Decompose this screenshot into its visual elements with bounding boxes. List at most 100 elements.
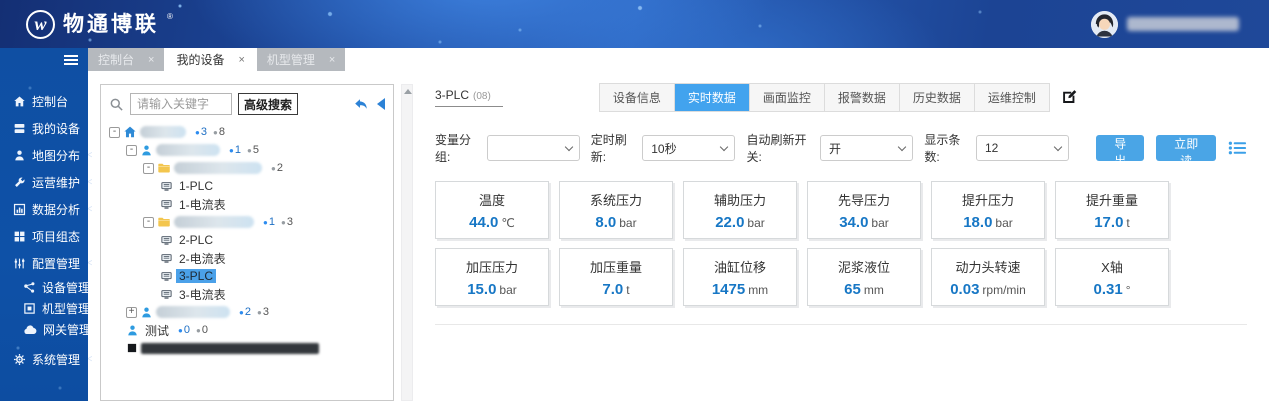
card-value-row: 15.0 bar [436, 281, 548, 298]
sidebar-item-0[interactable]: 控制台 [0, 88, 88, 115]
count-badge-gray: ● 2 [271, 162, 283, 174]
sidebar-item-4[interactable]: 数据分析 < [0, 196, 92, 223]
collapse-node-icon[interactable]: - [126, 144, 137, 156]
sidebar-item-3[interactable]: 运营维护 < [0, 169, 92, 196]
tree-node-12[interactable] [105, 339, 389, 357]
tree-node-3[interactable]: 1-PLC [105, 177, 389, 195]
device-tab-1[interactable]: 实时数据 [673, 83, 749, 111]
redacted-node-name [174, 162, 262, 174]
user-avatar[interactable] [1091, 10, 1118, 38]
tree-node-1[interactable]: - ● 1 ● 5 [105, 141, 389, 159]
sidebar-item-9[interactable]: 网关管理 [0, 319, 91, 340]
tree-scrollbar[interactable] [401, 84, 413, 401]
top-header: w 物通博联 ® [0, 0, 1269, 48]
filter-select-3[interactable]: 12 [975, 135, 1070, 161]
home-icon [13, 95, 26, 108]
device-tab-2[interactable]: 画面监控 [748, 83, 824, 111]
sidebar-item-label: 配置管理 [32, 257, 81, 271]
data-card-1: 系统压力 8.0 bar [559, 181, 673, 239]
chevron-down-icon [720, 142, 729, 152]
expand-node-icon[interactable]: + [126, 306, 137, 318]
sidebar-item-5[interactable]: 项目组态 [0, 223, 88, 250]
chevron-left-icon: < [87, 258, 93, 269]
device-tab-5[interactable]: 运维控制 [973, 83, 1049, 111]
tree-node-4[interactable]: 1-电流表 [105, 195, 389, 213]
tree-node-7[interactable]: 2-电流表 [105, 249, 389, 267]
card-unit: rpm/min [982, 283, 1026, 297]
sidebar-item-2[interactable]: 地图分布 < [0, 142, 92, 169]
sidebar-item-10[interactable]: 系统管理 < [0, 346, 92, 373]
user-account[interactable] [1091, 10, 1239, 38]
device-icon [160, 288, 173, 301]
read-now-button[interactable]: 立即读 [1156, 135, 1216, 168]
export-button[interactable]: 导出 [1096, 135, 1145, 168]
collapse-node-icon[interactable]: - [143, 162, 154, 174]
card-value: 15.0 [467, 281, 497, 298]
tree-node-6[interactable]: 2-PLC [105, 231, 389, 249]
device-code: (08) [473, 90, 491, 102]
card-name: X轴 [1101, 260, 1123, 275]
device-icon [160, 198, 173, 211]
grid-icon [13, 230, 26, 243]
map-icon [13, 149, 26, 162]
close-icon[interactable]: × [148, 54, 154, 66]
sidebar-item-1[interactable]: 我的设备 [0, 115, 88, 142]
count-badge-blue: ● 2 [239, 306, 251, 318]
card-value-row: 44.0 ℃ [436, 214, 548, 231]
tree-node-11[interactable]: 测试 ● 0 ● 0 [105, 321, 389, 339]
card-unit: mm [748, 283, 769, 297]
gear-icon [13, 353, 26, 366]
window-tab-1[interactable]: 我的设备 × [166, 48, 255, 71]
card-value-row: 18.0 bar [932, 214, 1044, 231]
tree-node-8[interactable]: 3-PLC [105, 267, 389, 285]
window-tab-2[interactable]: 机型管理 × [256, 48, 346, 71]
tree-node-label: 3-PLC [176, 269, 217, 283]
sidebar-item-8[interactable]: 机型管理 [0, 298, 90, 319]
card-value-row: 34.0 bar [808, 214, 920, 231]
scroll-up-icon[interactable] [404, 89, 412, 94]
edit-square-icon[interactable] [1060, 88, 1078, 106]
close-icon[interactable]: × [238, 54, 244, 66]
device-tree-panel: 高级搜索 - ●3 ●8 - ●1 ●5 - ●2 1-PLC 1-电流表 - ●1 ●3 2-PLC 2-… [100, 84, 394, 401]
filter-select-0[interactable] [486, 135, 580, 161]
device-tree: - ● 3 ● 8 - ● 1 ● 5 - ● 2 1-PLC 1-电流表 - ● 1 ● 3 2-PLC 2-电流表 3-… [101, 120, 393, 360]
sidebar-item-label: 项目组态 [32, 230, 81, 244]
tree-node-5[interactable]: - ● 1 ● 3 [105, 213, 389, 231]
tree-node-0[interactable]: - ● 3 ● 8 [105, 123, 389, 141]
collapse-node-icon[interactable]: - [109, 126, 120, 138]
card-unit: t [626, 283, 630, 297]
device-title-link[interactable]: 3-PLC (08) [435, 88, 503, 107]
content-panel: 3-PLC (08) 设备信息 实时数据 画面监控 报警数据 历史数据 运维控制 变量分组:… [413, 82, 1269, 401]
undo-icon[interactable] [352, 96, 369, 113]
close-icon[interactable]: × [329, 54, 335, 66]
redacted-node-name [156, 144, 220, 156]
collapse-node-icon[interactable]: - [143, 216, 154, 228]
card-value-row: 0.03 rpm/min [932, 281, 1044, 298]
advanced-search-button[interactable]: 高级搜索 [238, 93, 299, 115]
filter-select-1[interactable]: 10秒 [642, 135, 736, 161]
device-tab-0[interactable]: 设备信息 [599, 83, 674, 111]
window-tab-0[interactable]: 控制台 × [88, 48, 165, 71]
tree-node-10[interactable]: + ● 2 ● 3 [105, 303, 389, 321]
list-view-icon[interactable] [1228, 140, 1247, 156]
collapse-panel-icon[interactable] [377, 98, 385, 110]
tree-node-9[interactable]: 3-电流表 [105, 285, 389, 303]
app-logo: w 物通博联 ® [26, 9, 173, 39]
count-badge-blue: ● 3 [195, 126, 207, 138]
search-input[interactable] [130, 93, 232, 115]
filter-select-2[interactable]: 开 [819, 135, 914, 161]
chevron-down-icon [898, 142, 907, 152]
user-icon [140, 144, 153, 157]
tree-node-2[interactable]: - ● 2 [105, 159, 389, 177]
device-tab-4[interactable]: 历史数据 [898, 83, 974, 111]
sidebar-item-7[interactable]: 设备管理 [0, 277, 90, 298]
sidebar-item-6[interactable]: 配置管理 < [0, 250, 92, 277]
hamburger-menu-icon[interactable] [64, 59, 78, 61]
device-tab-3[interactable]: 报警数据 [823, 83, 899, 111]
chart-icon [13, 203, 26, 216]
tree-node-label: 1-PLC [179, 179, 214, 193]
data-card-7: 加压重量 7.0 t [559, 248, 673, 306]
tree-search-row: 高级搜索 [101, 85, 393, 120]
count-badge-gray: ● 5 [246, 144, 259, 156]
workspace: 高级搜索 - ●3 ●8 - ●1 ●5 - ●2 1-PLC 1-电流表 - ●1 ●3 2-PLC 2-… [88, 71, 1269, 401]
